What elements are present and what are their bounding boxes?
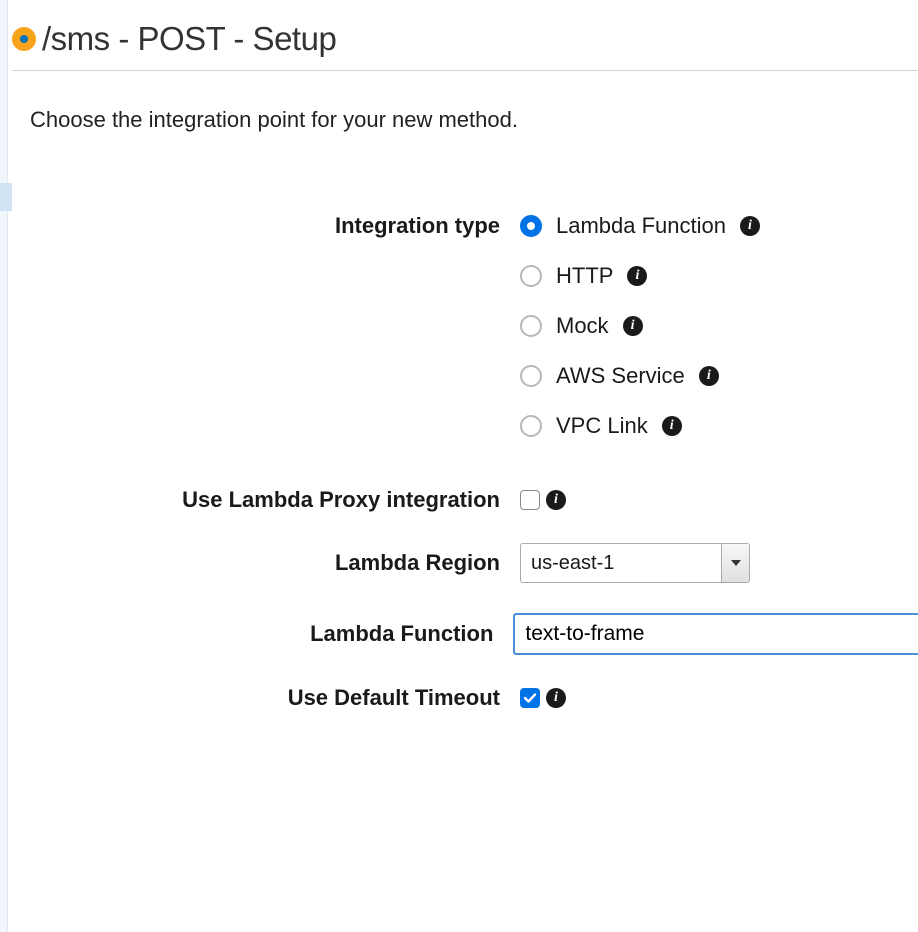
radio-vpc-link-label: VPC Link (556, 413, 648, 439)
info-icon[interactable]: i (662, 416, 682, 436)
info-icon[interactable]: i (740, 216, 760, 236)
radio-mock-label: Mock (556, 313, 609, 339)
radio-http-label: HTTP (556, 263, 613, 289)
chevron-down-icon (731, 560, 741, 566)
lambda-region-dropdown-button[interactable] (721, 544, 749, 582)
lambda-region-label: Lambda Region (30, 550, 520, 576)
info-icon[interactable]: i (627, 266, 647, 286)
lambda-function-label: Lambda Function (30, 621, 513, 647)
radio-lambda-function[interactable] (520, 215, 542, 237)
info-icon[interactable]: i (699, 366, 719, 386)
radio-vpc-link[interactable] (520, 415, 542, 437)
default-timeout-label: Use Default Timeout (30, 685, 520, 711)
lambda-proxy-checkbox[interactable] (520, 490, 540, 510)
lambda-region-select[interactable]: us-east-1 (520, 543, 750, 583)
lambda-function-input[interactable] (513, 613, 918, 655)
default-timeout-checkbox[interactable] (520, 688, 540, 708)
left-rail (0, 0, 8, 932)
info-icon[interactable]: i (546, 490, 566, 510)
method-status-icon (12, 27, 36, 51)
lambda-proxy-label: Use Lambda Proxy integration (30, 487, 520, 513)
radio-http[interactable] (520, 265, 542, 287)
radio-aws-service-label: AWS Service (556, 363, 685, 389)
integration-type-label: Integration type (30, 213, 520, 239)
page-subtitle: Choose the integration point for your ne… (30, 107, 918, 133)
info-icon[interactable]: i (623, 316, 643, 336)
radio-mock[interactable] (520, 315, 542, 337)
radio-aws-service[interactable] (520, 365, 542, 387)
lambda-region-value: us-east-1 (521, 544, 721, 582)
page-header: /sms - POST - Setup (12, 20, 918, 71)
info-icon[interactable]: i (546, 688, 566, 708)
left-rail-highlight (0, 183, 12, 211)
page-title: /sms - POST - Setup (42, 20, 336, 58)
radio-lambda-function-label: Lambda Function (556, 213, 726, 239)
